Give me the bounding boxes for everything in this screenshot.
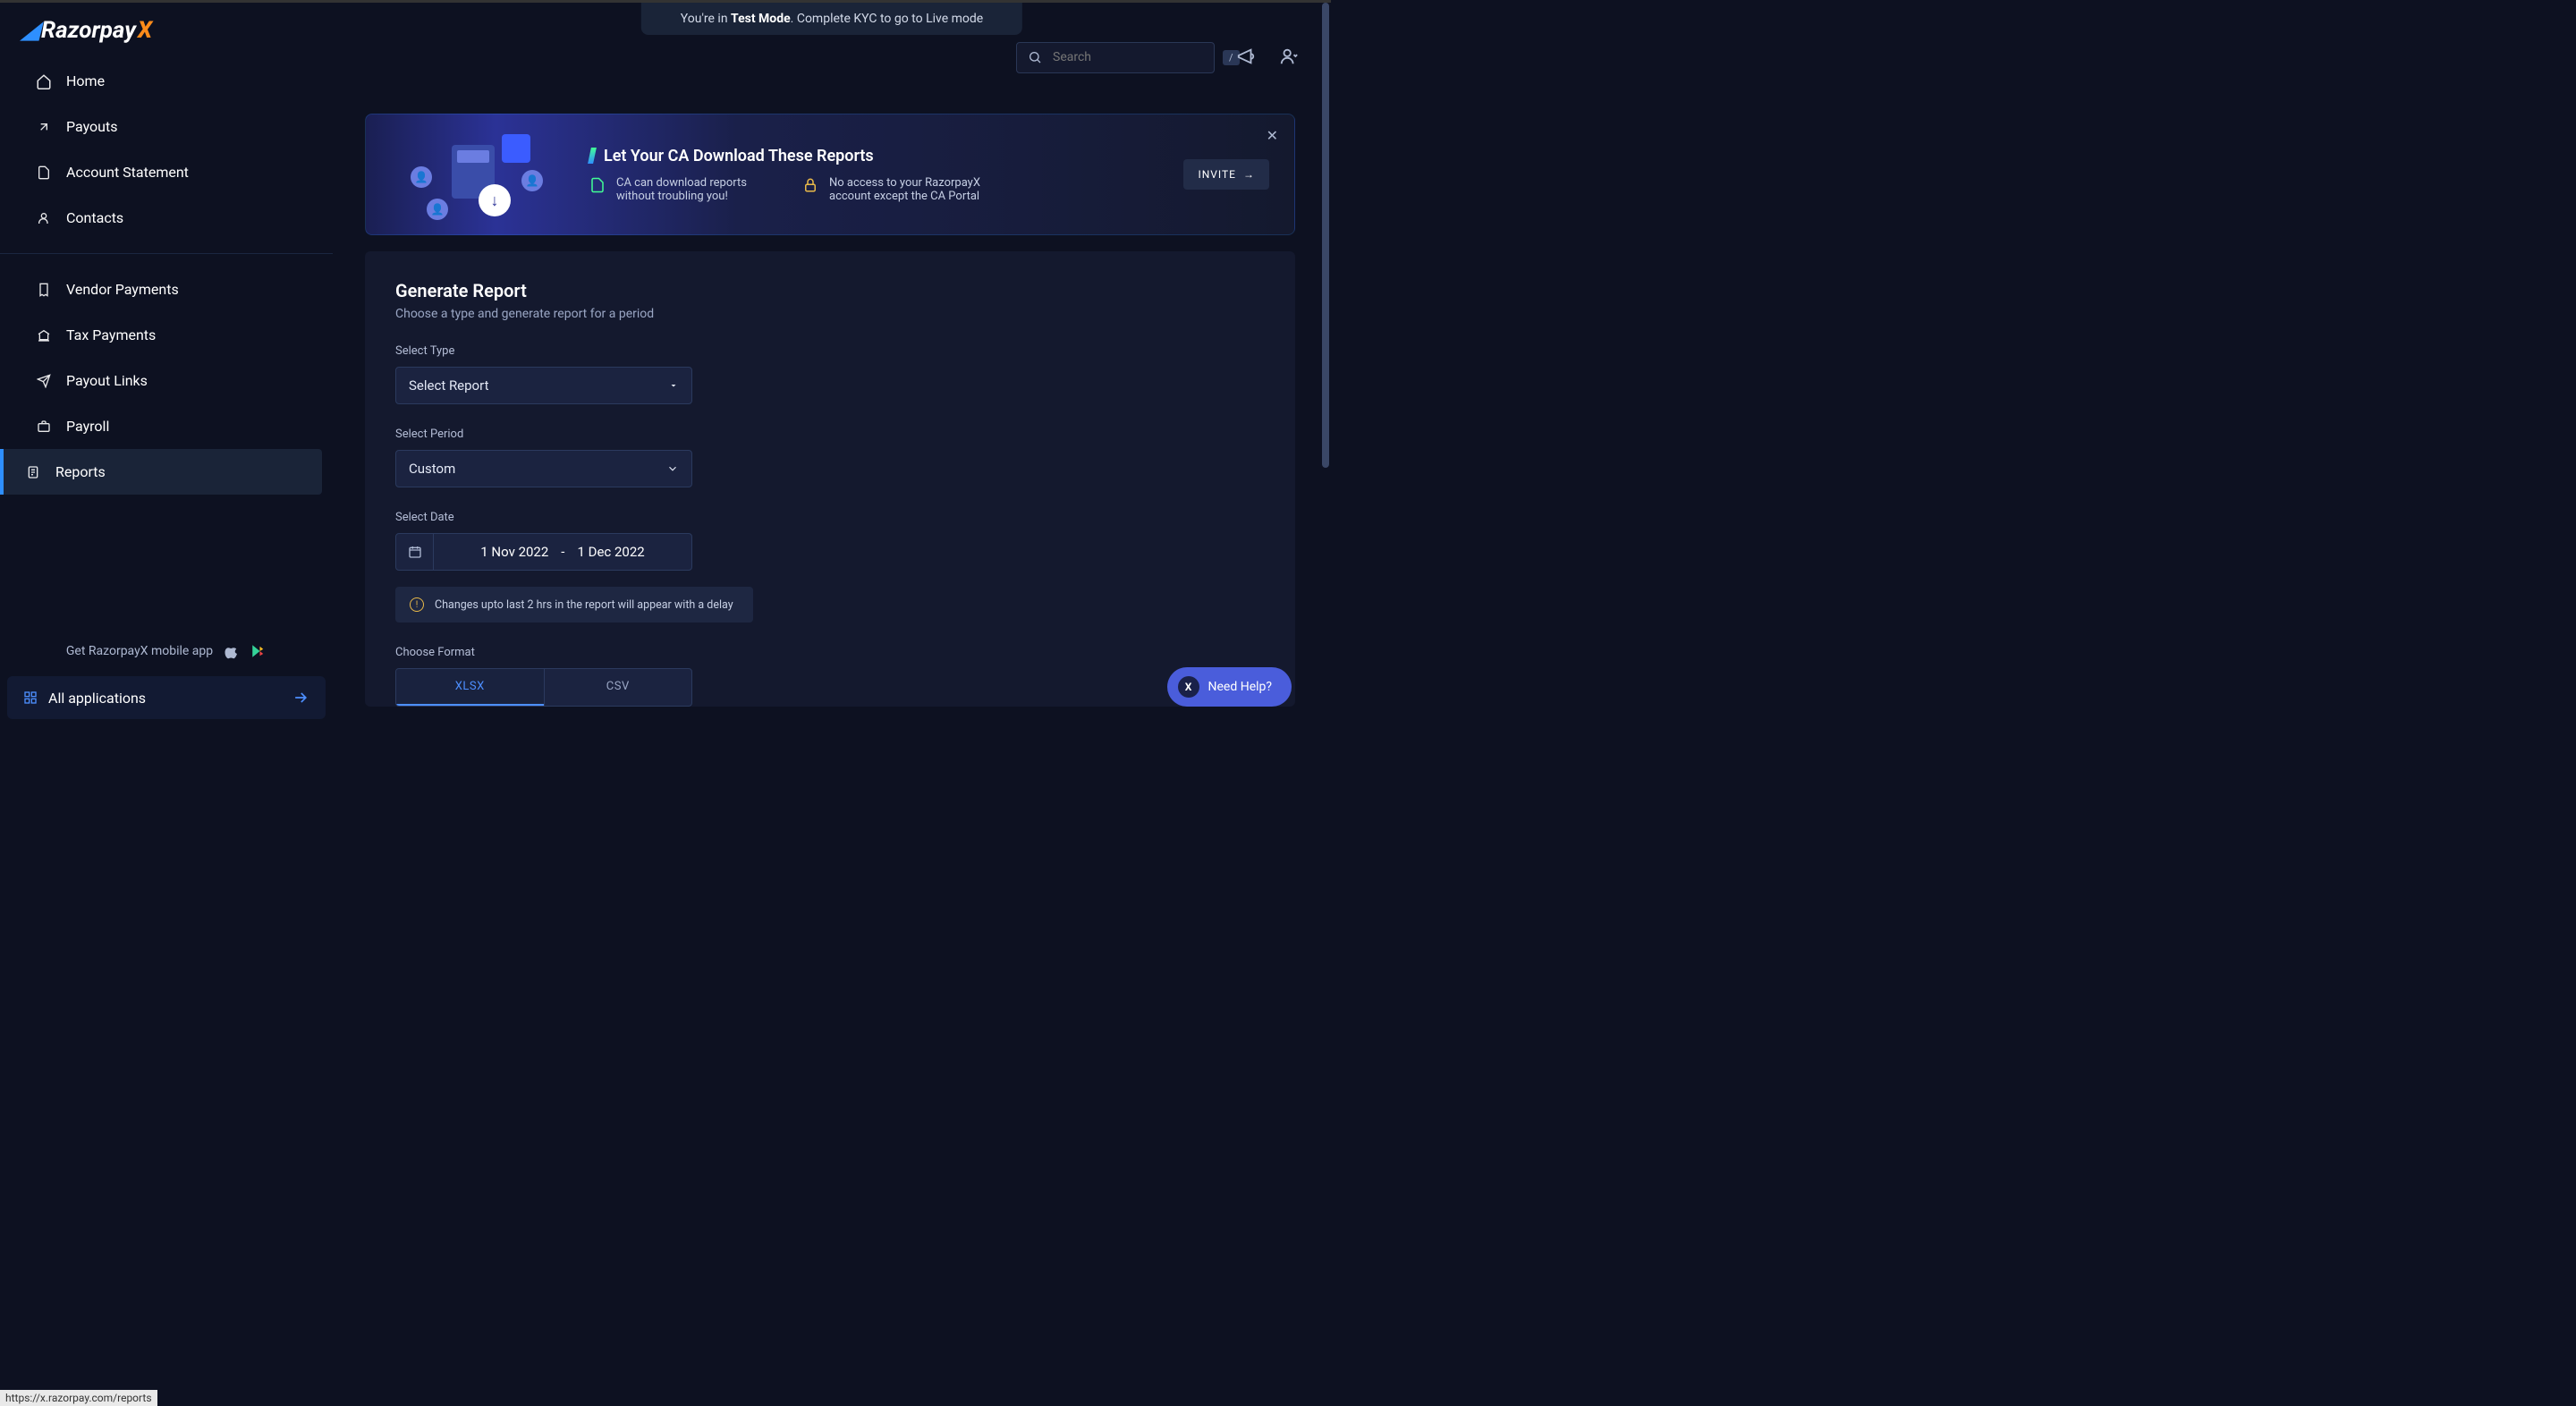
help-label: Need Help? <box>1208 680 1273 694</box>
nav-label: Tax Payments <box>66 326 156 343</box>
nav-label: Contacts <box>66 209 123 226</box>
banner-title-text: Let Your CA Download These Reports <box>604 147 874 165</box>
warning-text: Changes upto last 2 hrs in the report wi… <box>435 598 733 612</box>
lock-icon <box>802 176 820 194</box>
nav-reports[interactable]: Reports <box>0 449 322 495</box>
arrow-right-icon <box>292 689 309 707</box>
test-mode-banner: You're in Test Mode. Complete KYC to go … <box>641 3 1022 35</box>
banner-title: Let Your CA Download These Reports <box>589 147 1158 165</box>
delay-warning: ! Changes upto last 2 hrs in the report … <box>395 587 753 623</box>
mobile-app-cta: Get RazorpayX mobile app <box>0 633 333 669</box>
type-value: Select Report <box>409 377 488 394</box>
receipt-icon <box>36 282 52 298</box>
report-type-select[interactable]: Select Report <box>395 367 692 404</box>
nav-label: Payouts <box>66 118 117 135</box>
logo-mark-icon: ◢ <box>21 17 39 44</box>
nav: Home Payouts Account Statement Contacts … <box>0 58 333 633</box>
nav-label: Reports <box>55 463 106 480</box>
panel-subtitle: Choose a type and generate report for a … <box>395 307 1265 321</box>
need-help-button[interactable]: X Need Help? <box>1167 667 1292 707</box>
warning-icon: ! <box>410 597 424 612</box>
logo-suffix: X <box>138 17 152 44</box>
type-label: Select Type <box>395 344 1265 358</box>
file-icon <box>589 176 607 194</box>
nav-account-statement[interactable]: Account Statement <box>11 149 322 195</box>
all-apps-label: All applications <box>48 690 146 707</box>
close-icon[interactable]: ✕ <box>1267 127 1278 144</box>
announcements-icon[interactable] <box>1236 47 1258 68</box>
download-icon: ↓ <box>479 184 511 216</box>
search-box[interactable]: / <box>1016 42 1215 73</box>
report-icon <box>25 464 41 480</box>
apple-icon[interactable] <box>224 642 240 660</box>
send-icon <box>36 373 52 389</box>
nav-tax-payments[interactable]: Tax Payments <box>11 312 322 358</box>
invite-button[interactable]: INVITE → <box>1183 159 1269 190</box>
search-icon <box>1028 50 1042 64</box>
main-content: You're in Test Mode. Complete KYC to go … <box>333 3 1331 726</box>
nav-label: Payout Links <box>66 372 148 389</box>
play-store-icon[interactable] <box>250 642 267 660</box>
arrow-up-right-icon <box>36 119 52 135</box>
date-range-input[interactable]: 1 Nov 2022 - 1 Dec 2022 <box>395 533 692 571</box>
help-avatar: X <box>1178 676 1199 698</box>
sidebar: ◢ RazorpayX Home Payouts Account Stateme… <box>0 3 333 726</box>
caret-down-icon <box>668 380 679 391</box>
nav-label: Home <box>66 72 105 89</box>
home-icon <box>36 73 52 89</box>
bank-icon <box>36 327 52 343</box>
nav-label: Payroll <box>66 418 109 435</box>
document-icon <box>36 165 52 181</box>
banner-feat1: CA can download reports without troublin… <box>616 176 777 203</box>
format-csv[interactable]: CSV <box>545 669 692 706</box>
banner-illustration: ↓ 👤👤👤 <box>403 134 564 215</box>
period-label: Select Period <box>395 428 1265 441</box>
user-icon <box>36 210 52 226</box>
search-input[interactable] <box>1053 50 1212 64</box>
nav-payout-links[interactable]: Payout Links <box>11 358 322 403</box>
briefcase-icon <box>36 419 52 435</box>
calendar-icon <box>396 534 434 570</box>
banner-mode: Test Mode <box>731 12 791 26</box>
nav-contacts[interactable]: Contacts <box>11 195 322 241</box>
date-from: 1 Nov 2022 <box>480 544 548 560</box>
date-to: 1 Dec 2022 <box>577 544 644 560</box>
scrollbar-thumb[interactable] <box>1322 3 1329 468</box>
date-label: Select Date <box>395 511 1265 524</box>
app-cta-text: Get RazorpayX mobile app <box>66 644 213 658</box>
grid-icon <box>23 690 38 705</box>
nav-vendor-payments[interactable]: Vendor Payments <box>11 267 322 312</box>
nav-label: Vendor Payments <box>66 281 179 298</box>
nav-payroll[interactable]: Payroll <box>11 403 322 449</box>
stripe-icon <box>588 148 597 164</box>
banner-prefix: You're in <box>681 12 731 26</box>
logo-text: Razorpay <box>41 17 136 44</box>
banner-suffix: . Complete KYC to go to Live mode <box>791 12 984 26</box>
invite-label: INVITE <box>1198 168 1236 181</box>
banner-feat2: No access to your RazorpayX account exce… <box>829 176 990 203</box>
logo: ◢ RazorpayX <box>21 17 311 44</box>
chevron-down-icon <box>666 462 679 475</box>
nav-payouts[interactable]: Payouts <box>11 104 322 149</box>
format-toggle: XLSX CSV <box>395 668 692 707</box>
all-applications-button[interactable]: All applications <box>7 676 326 719</box>
profile-icon[interactable] <box>1279 47 1301 68</box>
nav-divider <box>0 253 333 254</box>
nav-label: Account Statement <box>66 164 189 181</box>
generate-report-panel: Generate Report Choose a type and genera… <box>365 251 1295 707</box>
date-sep: - <box>561 544 564 560</box>
nav-home[interactable]: Home <box>11 58 322 104</box>
scrollbar[interactable] <box>1322 3 1329 726</box>
ca-reports-banner: ↓ 👤👤👤 Let Your CA Download These Reports… <box>365 114 1295 235</box>
arrow-right-icon: → <box>1243 168 1255 181</box>
status-bar-url: https://x.razorpay.com/reports <box>0 1390 157 1406</box>
period-value: Custom <box>409 461 455 477</box>
panel-title: Generate Report <box>395 280 1265 301</box>
report-period-select[interactable]: Custom <box>395 450 692 487</box>
format-label: Choose Format <box>395 646 1265 659</box>
format-xlsx[interactable]: XLSX <box>396 669 544 706</box>
